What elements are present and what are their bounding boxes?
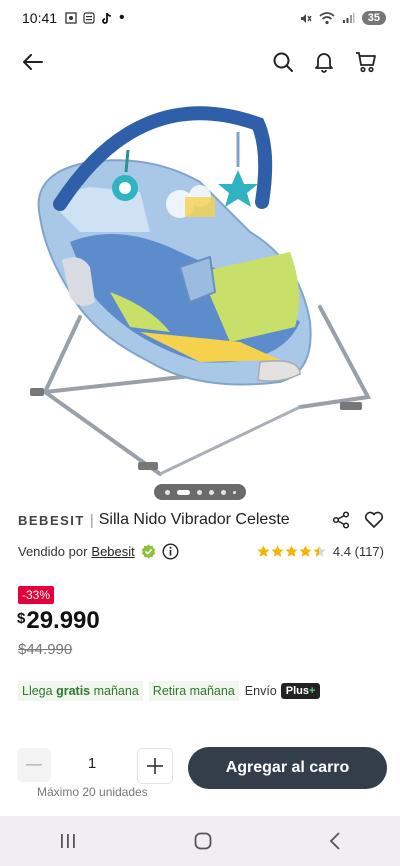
product-name: Silla Nido Vibrador Celeste [98, 511, 290, 528]
product-rating[interactable]: 4.4 (117) [257, 544, 384, 559]
mute-icon [300, 13, 312, 23]
battery-indicator: 35 [361, 11, 386, 25]
verified-badge-icon [141, 544, 155, 558]
rating-text: 4.4 (117) [332, 543, 384, 559]
screenshot-icon [65, 12, 77, 24]
pager-dot[interactable] [196, 489, 202, 495]
max-quantity-note: Máximo 20 unidades [37, 785, 148, 799]
delivery-suffix: mañana [93, 684, 139, 698]
quantity-stepper: 1 [17, 748, 177, 784]
seller-row: Vendido por Bebesit 4.4 (117) [18, 540, 384, 562]
shopping-cart-icon [356, 52, 376, 73]
plus-sign: + [309, 685, 316, 697]
seller-prefix: Vendido por [18, 543, 88, 559]
info-icon[interactable] [162, 542, 179, 560]
recent-apps-icon[interactable] [59, 833, 77, 849]
back-button[interactable] [19, 48, 47, 76]
rating-stars [257, 545, 326, 558]
current-price: $29.990 [17, 607, 100, 635]
product-image-carousel[interactable] [0, 92, 400, 492]
app-icon [83, 12, 95, 24]
half-star-icon [313, 545, 326, 557]
wifi-icon [319, 11, 335, 24]
notification-icons: • [65, 9, 125, 26]
cart-button[interactable] [352, 48, 380, 76]
star-icon [299, 545, 312, 557]
product-image [30, 106, 372, 476]
search-button[interactable] [269, 48, 297, 76]
pager-dot[interactable] [232, 490, 236, 494]
star-icon [257, 545, 270, 557]
status-time: 10:41 [22, 10, 58, 26]
share-icon[interactable] [332, 511, 350, 529]
envio-plus: Envío Plus+ [245, 683, 321, 699]
old-price: $44.990 [18, 641, 73, 658]
heart-icon[interactable] [364, 511, 384, 529]
product-brand[interactable]: BEBESIT [18, 513, 85, 528]
carousel-pager[interactable] [154, 484, 246, 500]
pager-dot[interactable] [220, 489, 226, 495]
envio-label: Envío [244, 684, 277, 698]
more-notifications-icon: • [119, 9, 125, 26]
quantity-value[interactable]: 1 [77, 755, 107, 772]
pickup-chip: Retira mañana [148, 681, 239, 701]
seller-link[interactable]: Bebesit [91, 544, 134, 559]
back-nav-icon[interactable] [329, 832, 341, 850]
delivery-free: gratis [56, 684, 91, 698]
decrease-quantity-button[interactable] [17, 748, 51, 782]
pager-dot[interactable] [208, 489, 214, 495]
plus-badge: Plus+ [280, 683, 321, 699]
signal-icon [342, 13, 355, 23]
pager-dot[interactable] [164, 489, 170, 495]
top-nav [0, 40, 400, 84]
plus-label: Plus [285, 685, 309, 697]
increase-quantity-button[interactable] [137, 748, 173, 784]
delivery-chip: Llega gratis mañana [18, 681, 143, 701]
pager-dot-active[interactable] [176, 489, 190, 495]
plus-icon [147, 758, 163, 774]
system-nav-bar [0, 816, 400, 866]
discount-badge: -33% [18, 586, 55, 604]
price-value: 29.990 [26, 607, 100, 634]
tiktok-icon [102, 12, 112, 24]
bell-icon [315, 53, 333, 73]
currency-symbol: $ [17, 610, 26, 627]
search-icon [273, 52, 293, 72]
star-icon [285, 545, 298, 557]
star-icon [271, 545, 284, 557]
title-separator: | [89, 511, 94, 529]
notifications-button[interactable] [310, 48, 338, 76]
arrow-left-icon [23, 54, 43, 70]
product-title-row: BEBESIT | Silla Nido Vibrador Celeste [18, 508, 384, 532]
status-bar: 10:41 • 35 [0, 0, 400, 36]
delivery-prefix: Llega [22, 684, 53, 698]
add-to-cart-button[interactable]: Agregar al carro [188, 747, 387, 789]
home-icon[interactable] [194, 832, 212, 850]
delivery-options: Llega gratis mañana Retira mañana Envío … [18, 681, 321, 701]
minus-icon [26, 764, 42, 766]
